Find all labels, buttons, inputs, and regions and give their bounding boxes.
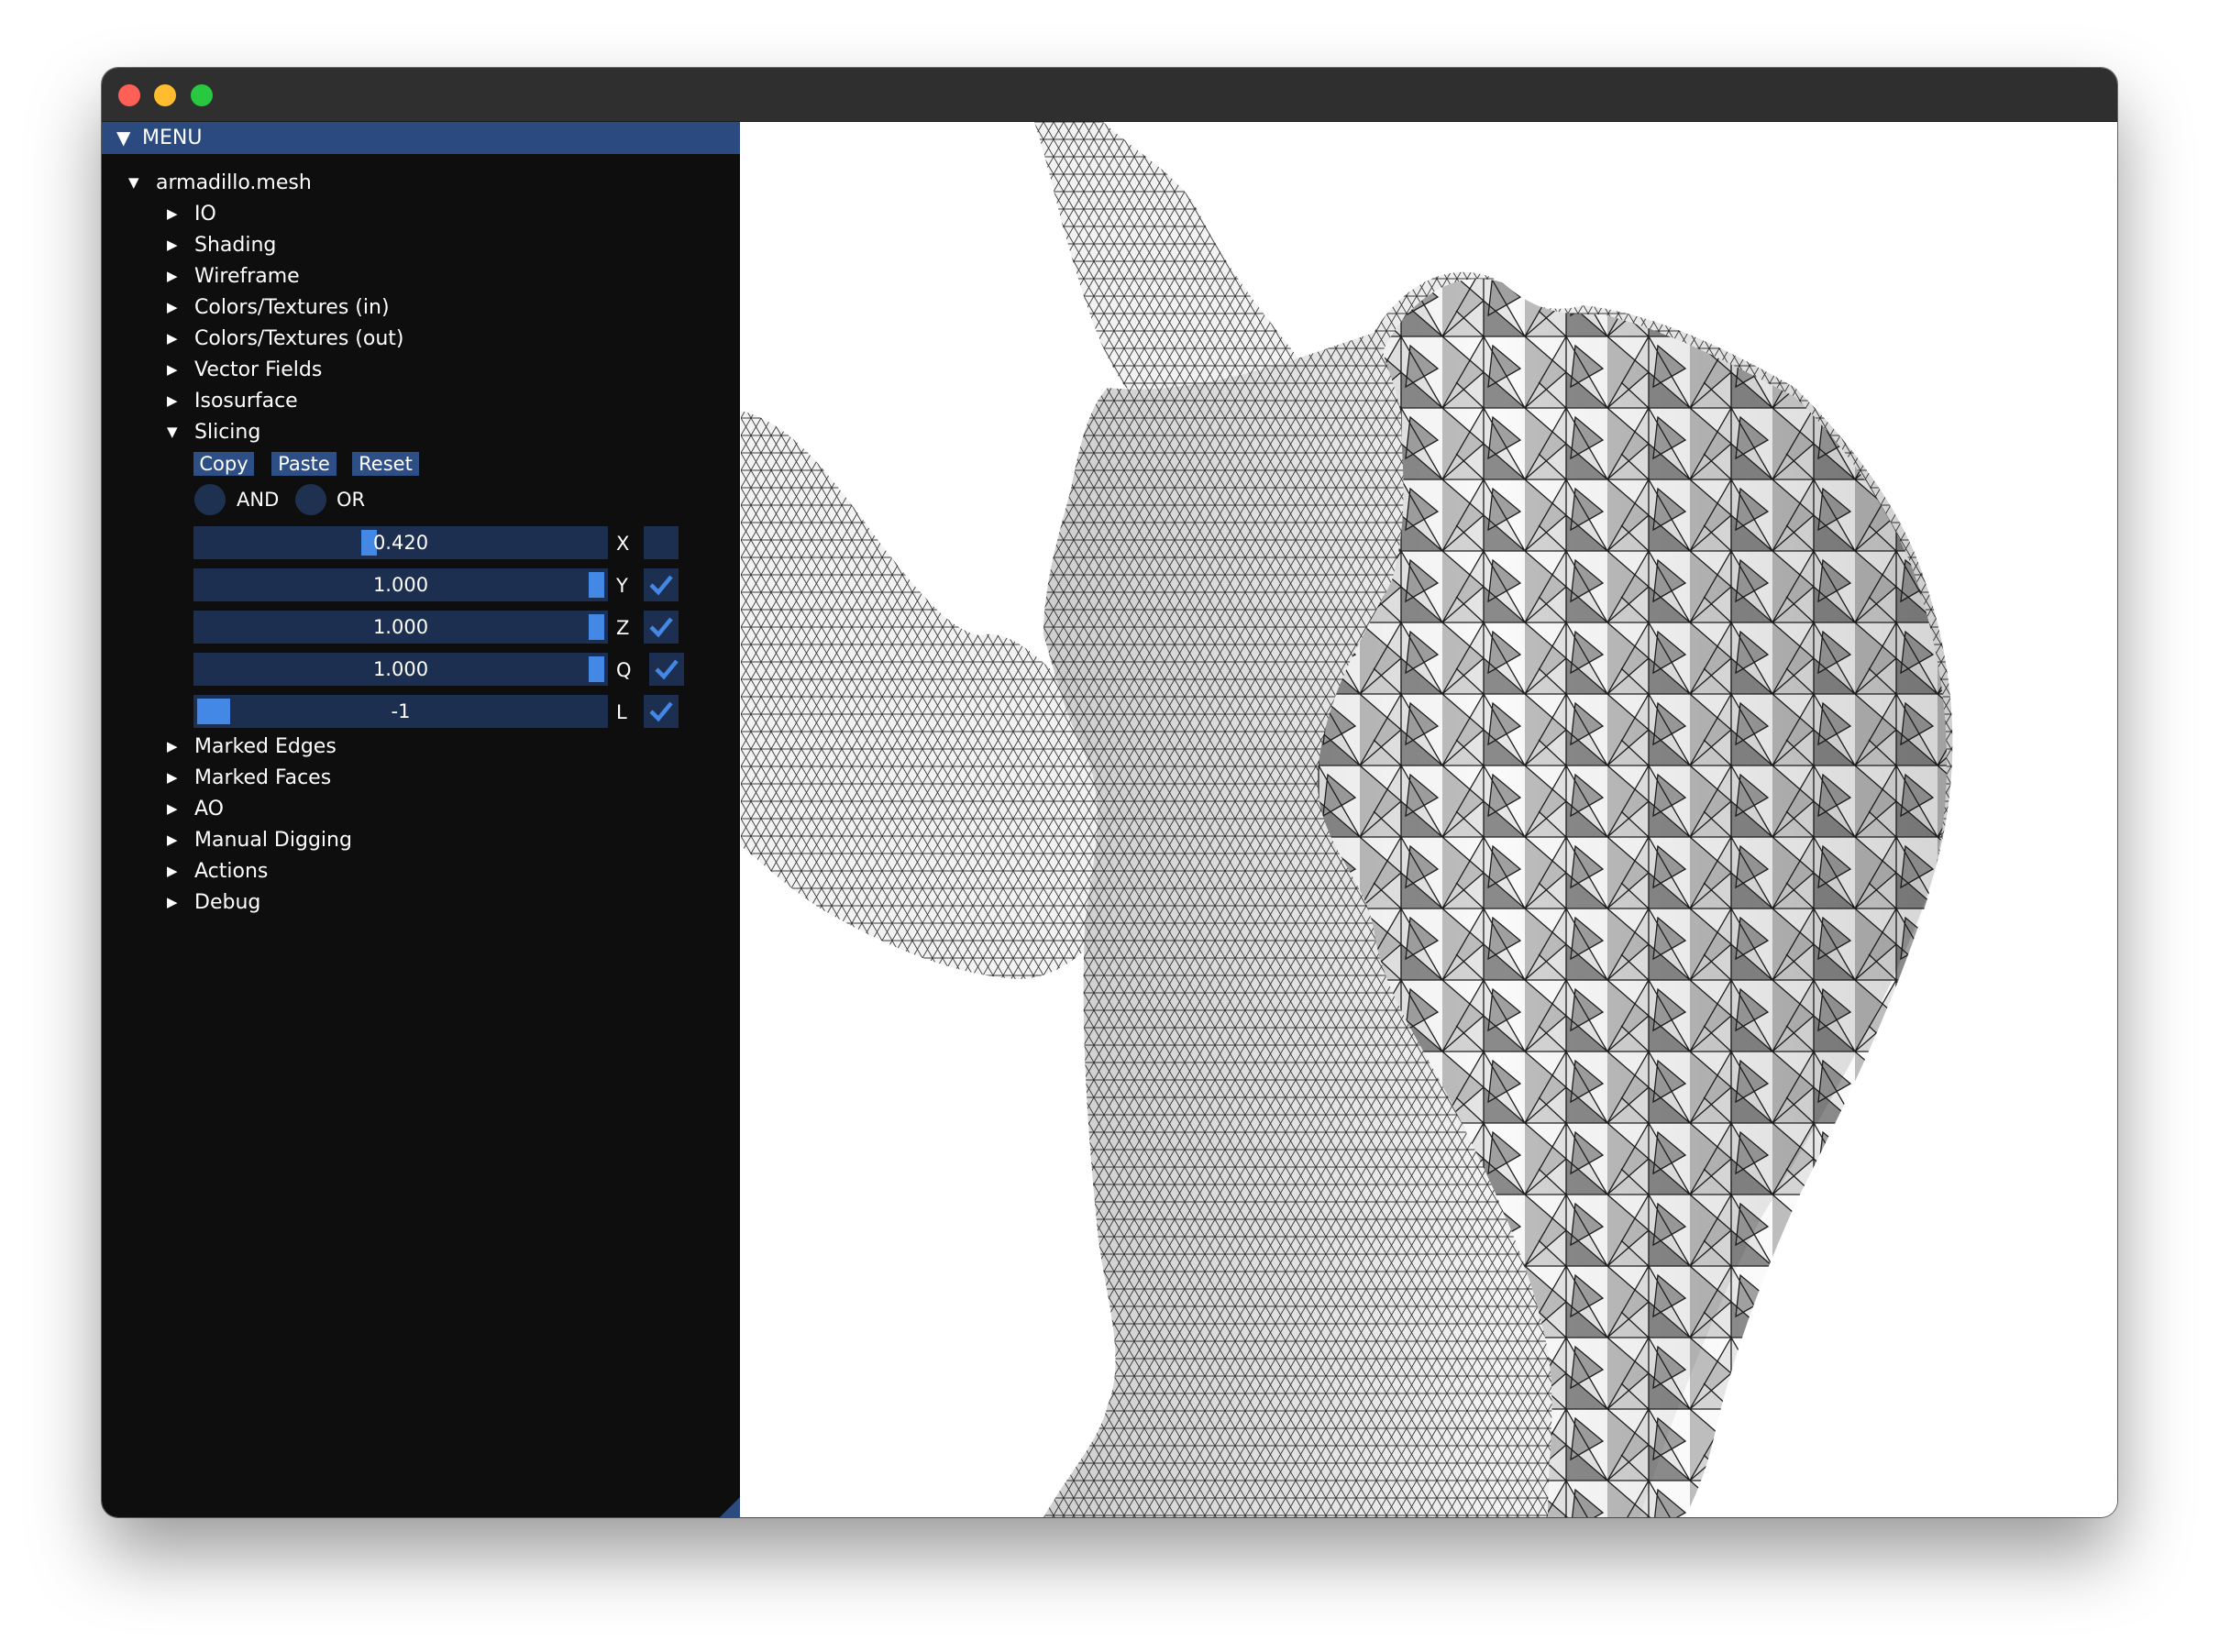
- mesh-ear: [1034, 122, 1309, 402]
- slice-x-checkbox[interactable]: [644, 526, 679, 559]
- copy-button[interactable]: Copy: [193, 452, 254, 476]
- slider-value: 1.000: [372, 616, 429, 638]
- collapse-triangle-icon: ▼: [116, 127, 131, 149]
- close-window-button[interactable]: [118, 84, 140, 106]
- slice-z-checkbox[interactable]: [644, 611, 679, 644]
- tree-collapsed-icon: ▶: [167, 237, 178, 253]
- tree-collapsed-icon: ▶: [167, 738, 178, 754]
- title-bar: [102, 68, 2117, 122]
- tree-collapsed-icon: ▶: [167, 392, 178, 409]
- tree-item-label: Isosurface: [194, 390, 298, 413]
- slice-l-checkbox[interactable]: [644, 695, 679, 728]
- tree-collapsed-icon: ▶: [167, 769, 178, 786]
- tree-item-label: Actions: [194, 860, 269, 883]
- tree-expanded-icon: ▼: [167, 424, 178, 440]
- tree-collapsed-icon: ▶: [167, 832, 178, 848]
- tree-collapsed-icon: ▶: [167, 894, 178, 910]
- slider-value: 0.420: [372, 532, 429, 554]
- tree-collapsed-icon: ▶: [167, 863, 178, 879]
- tree-item-label: Vector Fields: [194, 358, 323, 381]
- tree-collapsed-icon: ▶: [167, 205, 178, 222]
- tree-collapsed-icon: ▶: [167, 800, 178, 817]
- slice-z-slider[interactable]: 1.000: [193, 611, 608, 644]
- tree-item-label: Marked Faces: [194, 766, 332, 789]
- and-radio[interactable]: [194, 484, 226, 515]
- or-label: OR: [337, 489, 366, 511]
- slider-value: 1.000: [372, 574, 429, 596]
- checkmark-icon: [655, 659, 679, 680]
- tree-item-label: IO: [194, 203, 216, 226]
- tree-expanded-icon: ▼: [128, 174, 139, 191]
- tree-item-label: Colors/Textures (in): [194, 296, 390, 319]
- axis-label-y: Y: [616, 575, 628, 597]
- axis-label-q: Q: [616, 659, 632, 681]
- tree-item-label: Wireframe: [194, 265, 300, 288]
- slice-q-slider[interactable]: 1.000: [193, 653, 608, 686]
- slider-value: 1.000: [372, 658, 429, 680]
- tree-collapsed-icon: ▶: [167, 330, 178, 347]
- tree-collapsed-icon: ▶: [167, 361, 178, 378]
- tree-item-label: Slicing: [194, 421, 261, 444]
- resize-grip[interactable]: [720, 1497, 740, 1517]
- and-label: AND: [237, 489, 280, 511]
- slice-y-slider[interactable]: 1.000: [193, 568, 608, 601]
- tree-item-label: AO: [194, 798, 224, 820]
- mesh-shading: [1043, 271, 1953, 1517]
- tree-collapsed-icon: ▶: [167, 268, 178, 284]
- tree-item-label: Shading: [194, 234, 277, 257]
- slice-l-slider[interactable]: -1: [193, 695, 608, 728]
- reset-button[interactable]: Reset: [352, 452, 419, 476]
- checkmark-icon: [649, 575, 673, 596]
- axis-label-x: X: [616, 533, 630, 555]
- armadillo-mesh-render: [741, 122, 1953, 1517]
- menu-title: MENU: [142, 127, 203, 149]
- axis-label-l: L: [616, 701, 627, 723]
- mesh-viewport[interactable]: [741, 122, 2117, 1517]
- minimize-window-button[interactable]: [154, 84, 176, 106]
- tree-item-label: Debug: [194, 891, 261, 914]
- slice-x-slider[interactable]: 0.420: [193, 526, 608, 559]
- slider-value: -1: [391, 700, 411, 722]
- or-radio[interactable]: [295, 484, 326, 515]
- tree-collapsed-icon: ▶: [167, 299, 178, 315]
- zoom-window-button[interactable]: [191, 84, 213, 106]
- checkmark-icon: [649, 701, 673, 722]
- tree-item-label: Colors/Textures (out): [194, 327, 404, 350]
- tree-root-label: armadillo.mesh: [156, 171, 312, 194]
- paste-button[interactable]: Paste: [271, 452, 337, 476]
- app-window: ▼ MENU ▼ armadillo.mesh ▶ IO ▶ Shading ▶…: [102, 68, 2117, 1517]
- slice-y-checkbox[interactable]: [644, 568, 679, 601]
- axis-label-z: Z: [616, 617, 630, 639]
- tree-item-label: Marked Edges: [194, 735, 337, 758]
- checkmark-icon: [649, 617, 673, 638]
- menu-header[interactable]: ▼ MENU: [102, 122, 740, 154]
- slice-q-checkbox[interactable]: [649, 653, 684, 686]
- menu-panel: ▼ MENU ▼ armadillo.mesh ▶ IO ▶ Shading ▶…: [102, 122, 740, 1517]
- tree-item-label: Manual Digging: [194, 829, 352, 852]
